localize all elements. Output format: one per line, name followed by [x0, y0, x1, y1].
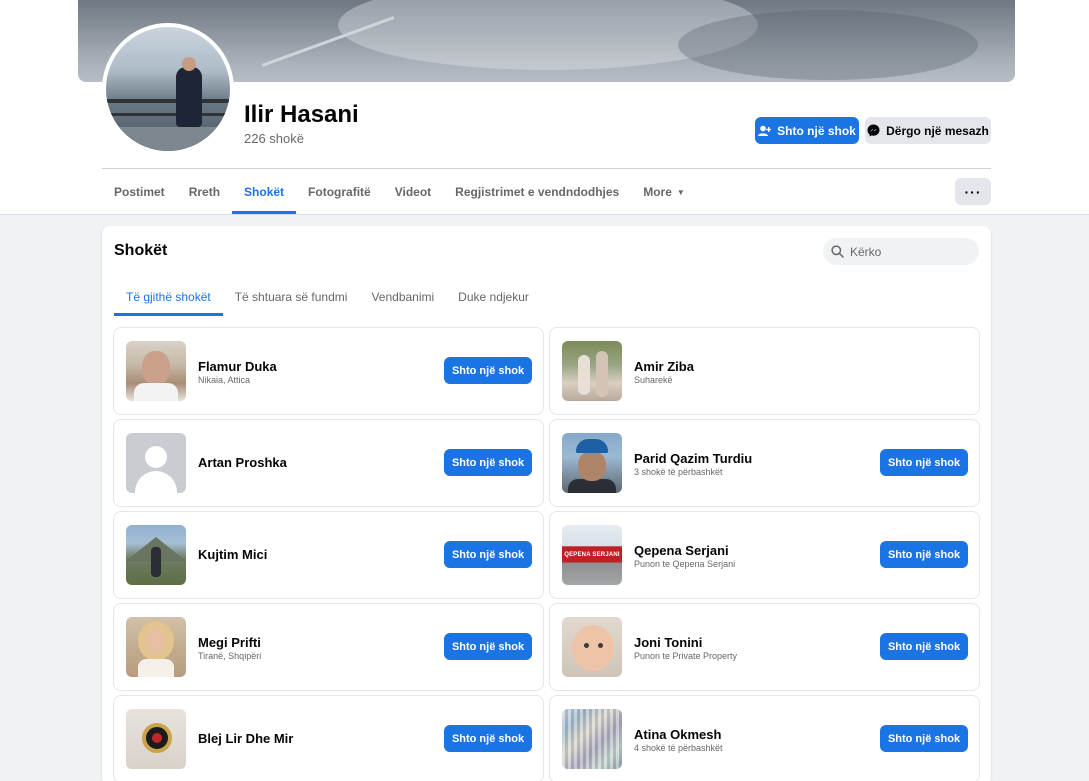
add-friend-icon: [758, 125, 772, 136]
add-friend-button[interactable]: Shto një shok: [880, 449, 968, 476]
tab-label: Fotografitë: [308, 185, 371, 199]
friend-photo[interactable]: [126, 709, 186, 769]
subtab-hometown[interactable]: Vendbanimi: [359, 278, 446, 316]
search-icon: [831, 245, 844, 258]
friend-card: Joni Tonini Punon te Private Property Sh…: [549, 603, 980, 691]
header-divider: [102, 168, 991, 169]
tab-rreth[interactable]: Rreth: [177, 170, 232, 214]
add-friend-button[interactable]: Shto një shok: [444, 633, 532, 660]
tab-postimet[interactable]: Postimet: [102, 170, 177, 214]
friends-subtabs: Të gjithë shokët Të shtuara së fundmi Ve…: [114, 278, 541, 316]
tab-fotografite[interactable]: Fotografitë: [296, 170, 383, 214]
send-message-label: Dërgo një mesazh: [886, 123, 989, 138]
friends-search[interactable]: [823, 238, 979, 265]
tab-label: More: [643, 185, 672, 199]
friend-photo[interactable]: [562, 341, 622, 401]
search-input[interactable]: [850, 244, 970, 259]
add-friend-button[interactable]: Shto një shok: [880, 633, 968, 660]
friend-name[interactable]: Qepena Serjani: [634, 543, 729, 558]
friend-name[interactable]: Atina Okmesh: [634, 727, 721, 742]
friend-name[interactable]: Joni Tonini: [634, 635, 702, 650]
profile-header: Ilir Hasani 226 shokë Shto një shok Dërg…: [0, 0, 1089, 215]
tab-label: Rreth: [188, 185, 221, 199]
tab-label: Regjistrimet e vendndodhjes: [455, 185, 620, 199]
friend-photo[interactable]: QEPENA SERJANI: [562, 525, 622, 585]
add-friend-button[interactable]: Shto një shok: [880, 725, 968, 752]
add-friend-button[interactable]: Shto një shok: [444, 357, 532, 384]
caret-down-icon: ▼: [676, 187, 685, 197]
friend-card: Megi Prifti Tiranë, Shqipëri Shto një sh…: [113, 603, 544, 691]
tab-label: Postimet: [114, 185, 165, 199]
friend-subtitle: Punon te Qepena Serjani: [634, 559, 736, 569]
add-friend-button[interactable]: Shto një shok: [880, 541, 968, 568]
profile-name: Ilir Hasani: [244, 101, 359, 128]
subtab-following[interactable]: Duke ndjekur: [446, 278, 541, 316]
friend-card: Parid Qazim Turdiu 3 shokë të përbashkët…: [549, 419, 980, 507]
friend-name[interactable]: Artan Proshka: [198, 455, 287, 470]
more-options-button[interactable]: ···: [955, 178, 991, 205]
friend-name[interactable]: Kujtim Mici: [198, 547, 267, 562]
tab-check-ins[interactable]: Regjistrimet e vendndodhjes: [443, 170, 631, 214]
friend-photo[interactable]: [562, 433, 622, 493]
friend-card: Blej Lir Dhe Mir Shto një shok: [113, 695, 544, 781]
tab-label: Videot: [394, 185, 432, 199]
friend-name[interactable]: Flamur Duka: [198, 359, 277, 374]
subtab-recently-added[interactable]: Të shtuara së fundmi: [223, 278, 360, 316]
friend-card: Flamur Duka Nikaia, Attica Shto një shok: [113, 327, 544, 415]
friend-card: Amir Ziba Suharekë: [549, 327, 980, 415]
friend-subtitle: Suharekë: [634, 375, 673, 385]
storefront-sign: QEPENA SERJANI: [564, 552, 620, 558]
profile-avatar[interactable]: [102, 23, 234, 155]
add-friend-button[interactable]: Shto një shok: [444, 725, 532, 752]
messenger-icon: [867, 124, 880, 137]
friend-photo[interactable]: [126, 617, 186, 677]
friends-card: Shokët Të gjithë shokët Të shtuara së fu…: [102, 226, 991, 781]
friend-subtitle: Punon te Private Property: [634, 651, 738, 661]
friend-photo[interactable]: [562, 709, 622, 769]
friend-card: Atina Okmesh 4 shokë të përbashkët Shto …: [549, 695, 980, 781]
add-friend-button[interactable]: Shto një shok: [444, 541, 532, 568]
add-friend-button[interactable]: Shto një shok: [755, 117, 859, 144]
mutual-friends[interactable]: 3 shokë të përbashkët: [634, 467, 723, 477]
default-avatar-icon[interactable]: [126, 433, 186, 493]
friend-name[interactable]: Megi Prifti: [198, 635, 261, 650]
add-friend-button[interactable]: Shto një shok: [444, 449, 532, 476]
tab-more[interactable]: More ▼: [631, 170, 697, 214]
friend-photo[interactable]: [562, 617, 622, 677]
friend-name[interactable]: Amir Ziba: [634, 359, 694, 374]
friends-title: Shokët: [114, 242, 168, 259]
friend-card: QEPENA SERJANI Qepena Serjani Punon te Q…: [549, 511, 980, 599]
friend-photo[interactable]: [126, 525, 186, 585]
subtab-all-friends[interactable]: Të gjithë shokët: [114, 278, 223, 316]
send-message-button[interactable]: Dërgo një mesazh: [865, 117, 991, 144]
friend-subtitle: Tiranë, Shqipëri: [198, 651, 262, 661]
tab-videot[interactable]: Videot: [383, 170, 443, 214]
friend-card: Artan Proshka Shto një shok: [113, 419, 544, 507]
friend-card: Kujtim Mici Shto një shok: [113, 511, 544, 599]
friend-name[interactable]: Blej Lir Dhe Mir: [198, 731, 293, 746]
friend-name[interactable]: Parid Qazim Turdiu: [634, 451, 752, 466]
add-friend-label: Shto një shok: [777, 123, 856, 138]
tab-label: Shokët: [244, 185, 285, 199]
friend-subtitle: Nikaia, Attica: [198, 375, 251, 385]
friends-count[interactable]: 226 shokë: [244, 131, 304, 146]
mutual-friends[interactable]: 4 shokë të përbashkët: [634, 743, 723, 753]
friend-photo[interactable]: [126, 341, 186, 401]
profile-tabs: Postimet Rreth Shokët Fotografitë Videot…: [102, 170, 697, 214]
tab-shoket[interactable]: Shokët: [232, 170, 297, 214]
